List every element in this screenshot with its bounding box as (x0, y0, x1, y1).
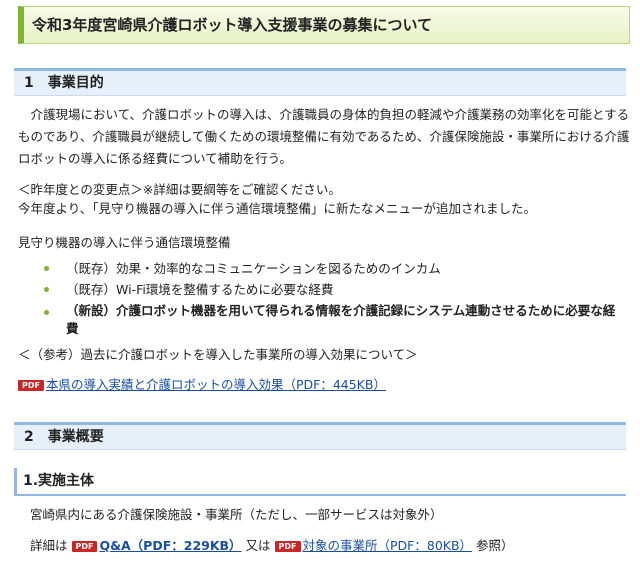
details-suffix: 参照） (476, 538, 514, 553)
section-title: 事業目的 (47, 75, 104, 91)
section-title: 事業概要 (47, 429, 104, 445)
details-prefix: 詳細は (30, 538, 68, 553)
details-middle: 又は (245, 538, 271, 553)
pdf-link-qa[interactable]: Q&A（PDF：229KB） (99, 538, 241, 553)
section-number: 2 (24, 429, 34, 445)
section-heading-overview: 2 事業概要 (14, 422, 626, 450)
pdf-link-target-facilities[interactable]: 対象の事業所（PDF：80KB） (303, 538, 473, 553)
pdf-icon: PDF (18, 380, 44, 391)
entity-text: 宮崎県内にある介護保険施設・事業所（ただし、一部サービスは対象外） (30, 507, 443, 522)
changes-block: ＜昨年度との変更点＞※詳細は要綱等をご確認ください。 今年度より、「見守り機器の… (18, 180, 630, 218)
subsection-heading: 1.実施主体 (14, 468, 626, 496)
pdf-link-row: PDF 本県の導入実績と介護ロボットの導入効果（PDF：445KB） (18, 374, 630, 396)
list-item: （既存）Wi-Fi環境を整備するために必要な経費 (44, 279, 624, 300)
list-item: （新設）介護ロボット機器を用いて得られる情報を介護記録にシステム連動させるために… (44, 302, 624, 338)
list-item: （既存）効果・効率的なコミュニケーションを図るためのインカム (44, 258, 624, 279)
pdf-link-results[interactable]: 本県の導入実績と介護ロボットの導入効果（PDF：445KB） (46, 377, 386, 392)
pdf-icon: PDF (274, 541, 301, 552)
pdf-icon: PDF (71, 541, 98, 552)
reference-note: ＜（参考）過去に介護ロボットを導入した事業所の導入効果について＞ (18, 347, 418, 362)
section-heading-purpose: 1 事業目的 (14, 68, 626, 96)
page-title: 令和3年度宮崎県介護ロボット導入支援事業の募集について (18, 6, 630, 44)
bullet-list: （既存）効果・効率的なコミュニケーションを図るためのインカム （既存）Wi-Fi… (44, 258, 624, 338)
purpose-paragraph: 介護現場において、介護ロボットの導入は、介護職員の身体的負担の軽減や介護業務の効… (18, 107, 630, 166)
details-row: 詳細は PDF Q&A（PDF：229KB） 又は PDF 対象の事業所（PDF：8… (30, 535, 640, 557)
section-number: 1 (24, 75, 34, 91)
changes-text: 今年度より、「見守り機器の導入に伴う通信環境整備」に新たなメニューが追加されまし… (18, 201, 537, 216)
list-heading: 見守り機器の導入に伴う通信環境整備 (18, 235, 231, 250)
changes-heading: ＜昨年度との変更点＞※詳細は要綱等をご確認ください。 (18, 182, 341, 197)
